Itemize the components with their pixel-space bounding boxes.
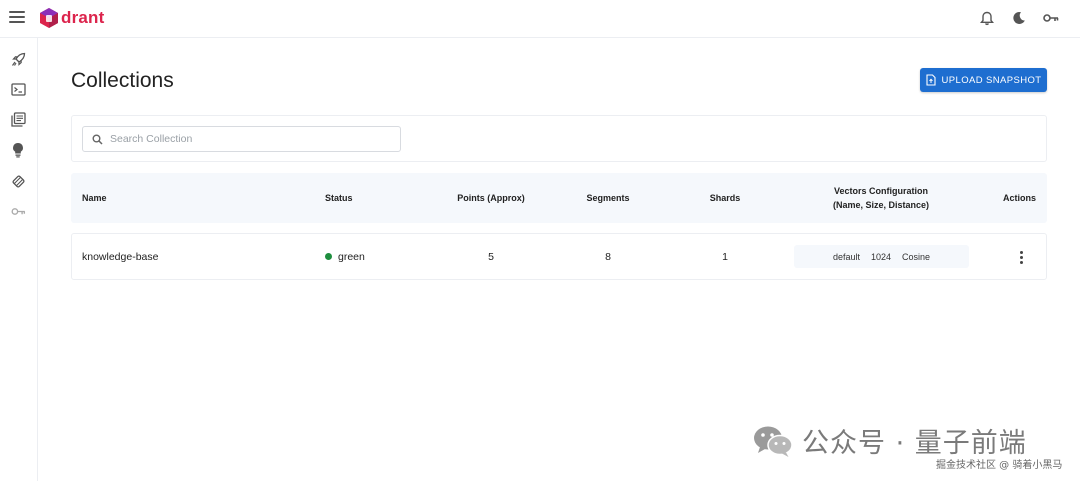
rocket-icon[interactable] <box>9 50 27 68</box>
column-header-points[interactable]: Points (Approx) <box>441 173 541 223</box>
search-card <box>71 115 1047 162</box>
page-title: Collections <box>71 69 174 92</box>
moon-icon[interactable] <box>1010 9 1028 27</box>
logo-text: drant <box>61 8 105 27</box>
qdrant-logo-icon <box>40 8 58 28</box>
collections-icon[interactable] <box>9 110 27 128</box>
column-header-name[interactable]: Name <box>82 173 107 223</box>
vectors-header-line2: (Name, Size, Distance) <box>832 200 930 210</box>
points-count: 5 <box>488 250 494 263</box>
file-upload-icon <box>925 74 936 86</box>
vector-distance: Cosine <box>902 251 931 262</box>
watermark-subtext: 掘金技术社区 @ 骑着小黑马 <box>936 460 1063 471</box>
column-header-vectors[interactable]: Vectors Configuration (Name, Size, Dista… <box>801 173 961 223</box>
datasets-icon[interactable] <box>9 172 27 190</box>
wechat-icon <box>754 426 793 457</box>
key-icon[interactable] <box>1042 9 1060 27</box>
vectors-header-line1: Vectors Configuration <box>833 186 928 196</box>
shards-count: 1 <box>722 250 728 263</box>
sidebar <box>0 38 38 481</box>
table-header: Name Status Points (Approx) Segments Sha… <box>71 173 1047 223</box>
watermark: 公众号 · 量子前端 <box>752 421 1027 460</box>
column-header-segments[interactable]: Segments <box>558 173 658 223</box>
status-dot-icon <box>325 253 332 260</box>
watermark-text: 公众号 · 量子前端 <box>802 428 1027 459</box>
upload-snapshot-button[interactable]: UPLOAD SNAPSHOT <box>920 68 1047 92</box>
column-header-status[interactable]: Status <box>325 173 353 223</box>
upload-snapshot-label: UPLOAD SNAPSHOT <box>941 74 1042 86</box>
bell-icon[interactable] <box>978 9 996 27</box>
segments-count: 8 <box>605 250 611 263</box>
status-text: green <box>338 250 365 263</box>
vector-name: default <box>832 251 860 262</box>
search-icon <box>92 134 103 145</box>
top-app-bar: drant <box>0 0 1080 38</box>
collection-name[interactable]: knowledge-base <box>82 234 158 279</box>
vector-config: default 1024 Cosine <box>794 245 969 268</box>
column-header-shards[interactable]: Shards <box>675 173 775 223</box>
column-header-actions: Actions <box>1003 193 1037 203</box>
key-icon[interactable] <box>9 202 27 220</box>
vector-size: 1024 <box>870 251 892 262</box>
lightbulb-icon[interactable] <box>9 141 27 159</box>
search-field[interactable] <box>82 126 401 152</box>
console-icon[interactable] <box>9 80 27 98</box>
menu-icon[interactable] <box>9 11 25 25</box>
search-input[interactable] <box>110 133 380 145</box>
more-vert-icon[interactable] <box>1014 248 1028 266</box>
table-row[interactable]: knowledge-base green 5 8 1 default 1024 … <box>71 233 1047 280</box>
status-cell: green <box>325 234 365 279</box>
qdrant-logo[interactable]: drant <box>39 6 105 30</box>
